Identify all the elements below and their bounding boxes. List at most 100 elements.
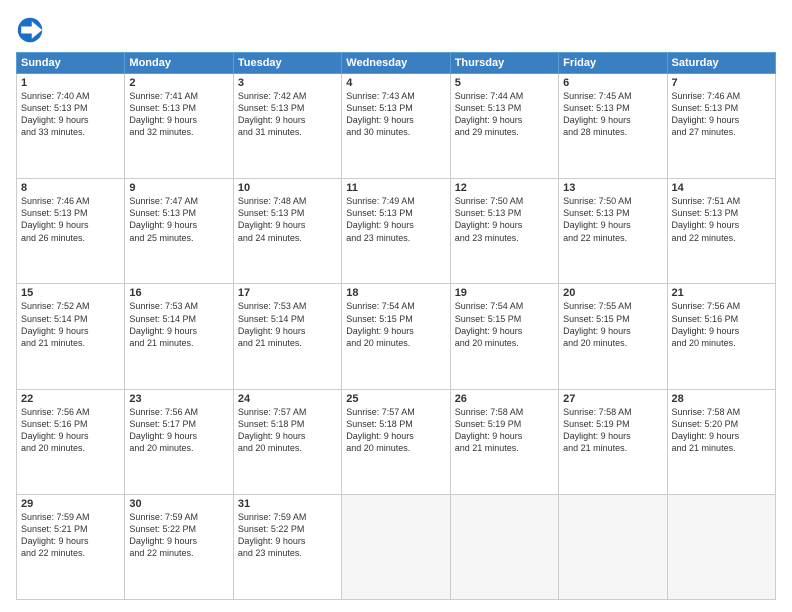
day-info: Sunrise: 7:49 AMSunset: 5:13 PMDaylight:… bbox=[346, 196, 415, 242]
week-row-2: 8Sunrise: 7:46 AMSunset: 5:13 PMDaylight… bbox=[17, 179, 776, 284]
day-cell: 23 Sunrise: 7:56 AMSunset: 5:17 PMDayligh… bbox=[125, 389, 233, 494]
day-info: Sunrise: 7:56 AMSunset: 5:16 PMDaylight:… bbox=[672, 301, 741, 347]
day-info: Sunrise: 7:57 AMSunset: 5:18 PMDaylight:… bbox=[238, 407, 307, 453]
day-number: 1 bbox=[21, 77, 120, 89]
day-info: Sunrise: 7:58 AMSunset: 5:19 PMDaylight:… bbox=[455, 407, 524, 453]
day-cell: 25 Sunrise: 7:57 AMSunset: 5:18 PMDayligh… bbox=[342, 389, 450, 494]
week-row-5: 29 Sunrise: 7:59 AMSunset: 5:21 PMDayligh… bbox=[17, 494, 776, 599]
day-cell: 24 Sunrise: 7:57 AMSunset: 5:18 PMDayligh… bbox=[233, 389, 341, 494]
day-cell: 20Sunrise: 7:55 AMSunset: 5:15 PMDayligh… bbox=[559, 284, 667, 389]
week-row-3: 15 Sunrise: 7:52 AMSunset: 5:14 PMDayligh… bbox=[17, 284, 776, 389]
day-number: 4 bbox=[346, 77, 445, 89]
day-number: 3 bbox=[238, 77, 337, 89]
day-info: Sunrise: 7:41 AMSunset: 5:13 PMDaylight:… bbox=[129, 91, 198, 137]
day-info: Sunrise: 7:58 AMSunset: 5:20 PMDaylight:… bbox=[672, 407, 741, 453]
day-cell: 3 Sunrise: 7:42 AMSunset: 5:13 PMDaylight… bbox=[233, 74, 341, 179]
day-cell: 4Sunrise: 7:43 AMSunset: 5:13 PMDaylight… bbox=[342, 74, 450, 179]
day-number: 10 bbox=[238, 182, 337, 194]
day-cell: 6Sunrise: 7:45 AMSunset: 5:13 PMDaylight… bbox=[559, 74, 667, 179]
day-cell: 8Sunrise: 7:46 AMSunset: 5:13 PMDaylight… bbox=[17, 179, 125, 284]
col-header-wednesday: Wednesday bbox=[342, 53, 450, 74]
day-number: 7 bbox=[672, 77, 771, 89]
day-number: 14 bbox=[672, 182, 771, 194]
week-row-4: 22Sunrise: 7:56 AMSunset: 5:16 PMDayligh… bbox=[17, 389, 776, 494]
day-info: Sunrise: 7:59 AMSunset: 5:21 PMDaylight:… bbox=[21, 512, 90, 558]
day-cell: 29 Sunrise: 7:59 AMSunset: 5:21 PMDayligh… bbox=[17, 494, 125, 599]
day-number: 31 bbox=[238, 498, 337, 510]
day-info: Sunrise: 7:51 AMSunset: 5:13 PMDaylight:… bbox=[672, 196, 741, 242]
day-info: Sunrise: 7:58 AMSunset: 5:19 PMDaylight:… bbox=[563, 407, 632, 453]
day-number: 18 bbox=[346, 287, 445, 299]
day-info: Sunrise: 7:59 AMSunset: 5:22 PMDaylight:… bbox=[129, 512, 198, 558]
col-header-sunday: Sunday bbox=[17, 53, 125, 74]
day-number: 19 bbox=[455, 287, 554, 299]
day-number: 26 bbox=[455, 393, 554, 405]
day-cell bbox=[450, 494, 558, 599]
day-number: 22 bbox=[21, 393, 120, 405]
day-number: 29 bbox=[21, 498, 120, 510]
day-info: Sunrise: 7:53 AMSunset: 5:14 PMDaylight:… bbox=[129, 301, 198, 347]
day-cell: 22Sunrise: 7:56 AMSunset: 5:16 PMDayligh… bbox=[17, 389, 125, 494]
day-info: Sunrise: 7:50 AMSunset: 5:13 PMDaylight:… bbox=[455, 196, 524, 242]
day-number: 8 bbox=[21, 182, 120, 194]
col-header-monday: Monday bbox=[125, 53, 233, 74]
col-header-saturday: Saturday bbox=[667, 53, 775, 74]
day-number: 24 bbox=[238, 393, 337, 405]
logo bbox=[16, 16, 46, 44]
day-number: 28 bbox=[672, 393, 771, 405]
day-cell: 14 Sunrise: 7:51 AMSunset: 5:13 PMDayligh… bbox=[667, 179, 775, 284]
day-cell bbox=[342, 494, 450, 599]
page: SundayMondayTuesdayWednesdayThursdayFrid… bbox=[0, 0, 792, 612]
day-cell bbox=[559, 494, 667, 599]
day-info: Sunrise: 7:50 AMSunset: 5:13 PMDaylight:… bbox=[563, 196, 632, 242]
day-info: Sunrise: 7:44 AMSunset: 5:13 PMDaylight:… bbox=[455, 91, 524, 137]
day-cell bbox=[667, 494, 775, 599]
day-number: 15 bbox=[21, 287, 120, 299]
day-info: Sunrise: 7:48 AMSunset: 5:13 PMDaylight:… bbox=[238, 196, 307, 242]
day-number: 13 bbox=[563, 182, 662, 194]
day-info: Sunrise: 7:47 AMSunset: 5:13 PMDaylight:… bbox=[129, 196, 198, 242]
day-cell: 16 Sunrise: 7:53 AMSunset: 5:14 PMDayligh… bbox=[125, 284, 233, 389]
day-number: 5 bbox=[455, 77, 554, 89]
day-info: Sunrise: 7:56 AMSunset: 5:17 PMDaylight:… bbox=[129, 407, 198, 453]
day-number: 17 bbox=[238, 287, 337, 299]
day-cell: 26 Sunrise: 7:58 AMSunset: 5:19 PMDayligh… bbox=[450, 389, 558, 494]
day-number: 9 bbox=[129, 182, 228, 194]
day-number: 23 bbox=[129, 393, 228, 405]
day-number: 25 bbox=[346, 393, 445, 405]
col-header-friday: Friday bbox=[559, 53, 667, 74]
col-header-thursday: Thursday bbox=[450, 53, 558, 74]
day-info: Sunrise: 7:53 AMSunset: 5:14 PMDaylight:… bbox=[238, 301, 307, 347]
day-info: Sunrise: 7:57 AMSunset: 5:18 PMDaylight:… bbox=[346, 407, 415, 453]
day-number: 21 bbox=[672, 287, 771, 299]
day-cell: 18 Sunrise: 7:54 AMSunset: 5:15 PMDayligh… bbox=[342, 284, 450, 389]
day-cell: 27 Sunrise: 7:58 AMSunset: 5:19 PMDayligh… bbox=[559, 389, 667, 494]
day-info: Sunrise: 7:42 AMSunset: 5:13 PMDaylight:… bbox=[238, 91, 307, 137]
day-cell: 1 Sunrise: 7:40 AMSunset: 5:13 PMDaylight… bbox=[17, 74, 125, 179]
day-cell: 12 Sunrise: 7:50 AMSunset: 5:13 PMDayligh… bbox=[450, 179, 558, 284]
day-cell: 15 Sunrise: 7:52 AMSunset: 5:14 PMDayligh… bbox=[17, 284, 125, 389]
header bbox=[16, 12, 776, 44]
calendar-table: SundayMondayTuesdayWednesdayThursdayFrid… bbox=[16, 52, 776, 600]
day-info: Sunrise: 7:59 AMSunset: 5:22 PMDaylight:… bbox=[238, 512, 307, 558]
week-row-1: 1 Sunrise: 7:40 AMSunset: 5:13 PMDaylight… bbox=[17, 74, 776, 179]
day-cell: 17 Sunrise: 7:53 AMSunset: 5:14 PMDayligh… bbox=[233, 284, 341, 389]
day-cell: 21 Sunrise: 7:56 AMSunset: 5:16 PMDayligh… bbox=[667, 284, 775, 389]
day-cell: 13 Sunrise: 7:50 AMSunset: 5:13 PMDayligh… bbox=[559, 179, 667, 284]
day-number: 11 bbox=[346, 182, 445, 194]
day-cell: 28 Sunrise: 7:58 AMSunset: 5:20 PMDayligh… bbox=[667, 389, 775, 494]
day-number: 20 bbox=[563, 287, 662, 299]
day-cell: 19Sunrise: 7:54 AMSunset: 5:15 PMDayligh… bbox=[450, 284, 558, 389]
day-cell: 5 Sunrise: 7:44 AMSunset: 5:13 PMDaylight… bbox=[450, 74, 558, 179]
day-cell: 2Sunrise: 7:41 AMSunset: 5:13 PMDaylight… bbox=[125, 74, 233, 179]
day-info: Sunrise: 7:54 AMSunset: 5:15 PMDaylight:… bbox=[346, 301, 415, 347]
day-info: Sunrise: 7:52 AMSunset: 5:14 PMDaylight:… bbox=[21, 301, 90, 347]
day-info: Sunrise: 7:40 AMSunset: 5:13 PMDaylight:… bbox=[21, 91, 90, 137]
day-cell: 10 Sunrise: 7:48 AMSunset: 5:13 PMDayligh… bbox=[233, 179, 341, 284]
day-number: 16 bbox=[129, 287, 228, 299]
logo-icon bbox=[16, 16, 44, 44]
day-number: 12 bbox=[455, 182, 554, 194]
col-header-tuesday: Tuesday bbox=[233, 53, 341, 74]
day-cell: 7Sunrise: 7:46 AMSunset: 5:13 PMDaylight… bbox=[667, 74, 775, 179]
day-number: 27 bbox=[563, 393, 662, 405]
